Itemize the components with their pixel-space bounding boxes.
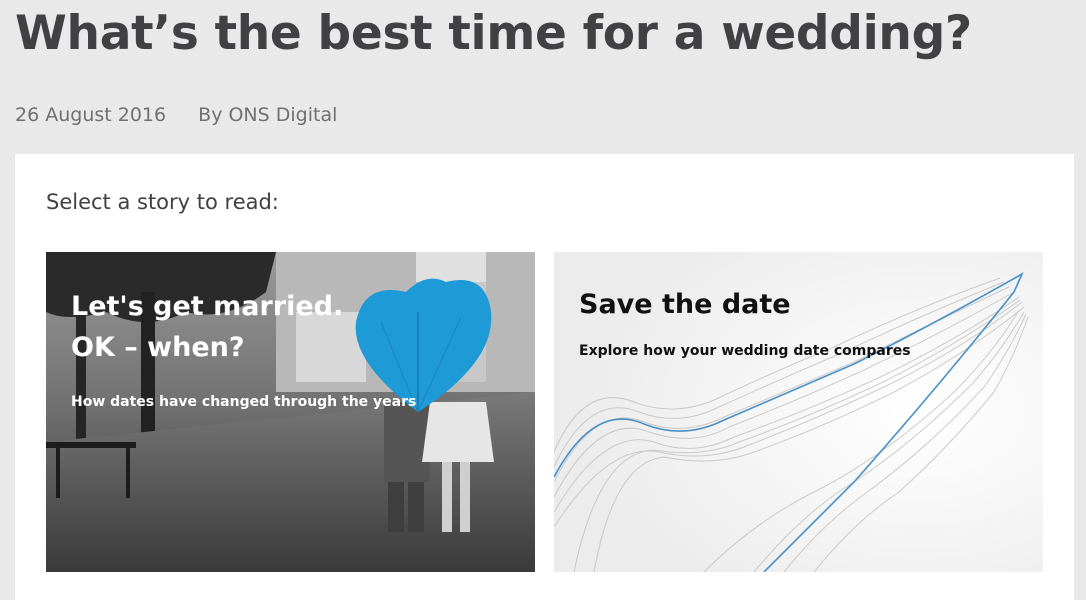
author-byline: By ONS Digital [198,104,338,126]
story-selector-panel: Select a story to read: Let's get marrie… [15,154,1074,600]
story-card-save-the-date[interactable]: Save the date Explore how your wedding d… [554,252,1043,572]
publish-date: 26 August 2016 [15,104,167,126]
story-card-married[interactable]: Let's get married. OK – when? How dates … [46,252,535,572]
story-subtitle: Explore how your wedding date compares [579,343,911,359]
page: What’s the best time for a wedding? 26 A… [0,0,1086,600]
story-selector-prompt: Select a story to read: [46,190,279,214]
story-subtitle: How dates have changed through the years [71,394,417,410]
article-meta: 26 August 2016 By ONS Digital [15,104,337,126]
page-title: What’s the best time for a wedding? [15,6,972,61]
story-title: Save the date [579,289,791,320]
story-title: Let's get married. OK – when? [71,291,344,363]
